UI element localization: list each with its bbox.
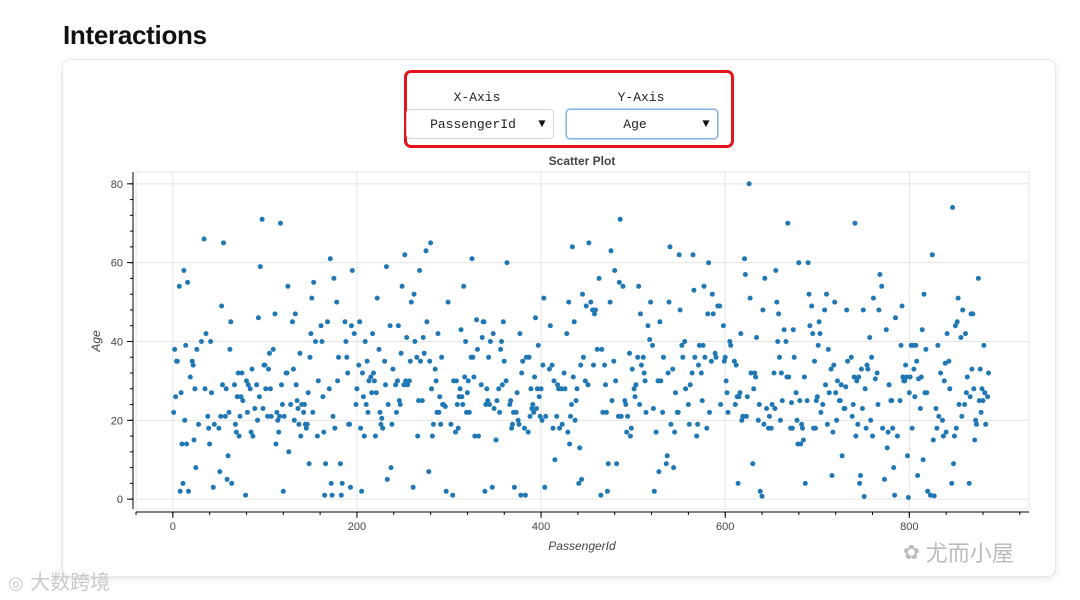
caret-down-icon: ▼ <box>702 117 710 131</box>
wechat-logo-icon: ✿ <box>903 540 920 564</box>
watermark-left: ◎ 大数跨境 <box>8 566 110 595</box>
weibo-logo-icon: ◎ <box>8 573 24 594</box>
y-axis-label: Y-Axis <box>617 90 665 105</box>
watermark-right: ✿ 尤而小屋 <box>903 536 1014 568</box>
x-axis-select-value: PassengerId <box>430 116 516 132</box>
x-axis-select[interactable]: PassengerId ▼ <box>406 109 554 139</box>
page-title: Interactions <box>63 20 207 50</box>
watermark-right-text: 尤而小屋 <box>925 542 1014 567</box>
x-axis-label: X-Axis <box>453 90 501 105</box>
y-axis-select-value: Age <box>623 116 647 132</box>
y-axis-select[interactable]: Age ▼ <box>566 109 718 139</box>
watermark-left-text: 大数跨境 <box>30 570 111 594</box>
caret-down-icon: ▼ <box>538 117 546 131</box>
